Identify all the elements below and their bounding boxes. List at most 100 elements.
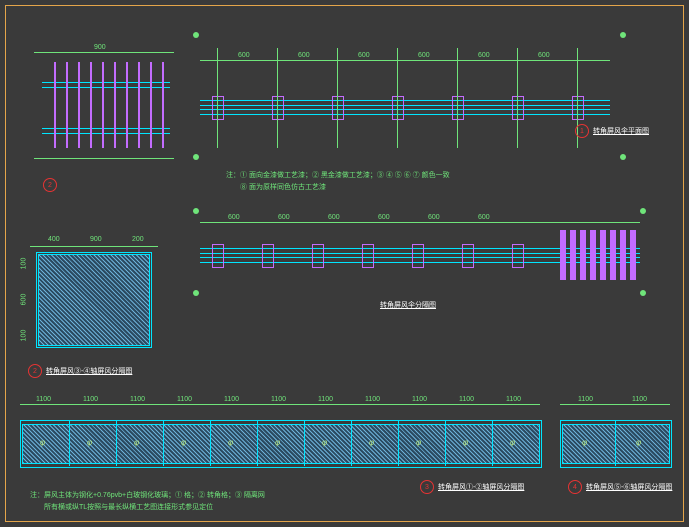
phi-icon: φ	[416, 438, 421, 447]
dim-line	[20, 404, 540, 405]
dim: 100	[20, 258, 27, 270]
post	[512, 96, 524, 120]
dim: 600	[238, 52, 250, 59]
centerline	[277, 48, 278, 148]
phi-icon: φ	[510, 438, 515, 447]
dim: 1100	[36, 396, 51, 403]
view-title: 转角屏风伞分隔图	[380, 300, 436, 310]
dim: 1100	[412, 396, 427, 403]
post	[462, 244, 474, 268]
phi-icon: φ	[636, 438, 641, 447]
dim-line	[34, 52, 174, 53]
dim: 100	[20, 330, 27, 342]
end-icon	[193, 290, 199, 296]
centerline	[457, 48, 458, 148]
bubble-icon: 3	[420, 480, 434, 494]
centerline	[217, 48, 218, 148]
dim: 600	[418, 52, 430, 59]
dim: 1100	[459, 396, 474, 403]
slat	[610, 230, 616, 280]
post	[332, 96, 344, 120]
end-icon	[193, 208, 199, 214]
dim: 1100	[177, 396, 192, 403]
phi-icon: φ	[322, 438, 327, 447]
slat	[570, 230, 576, 280]
dim: 900	[90, 236, 102, 243]
slat	[630, 230, 636, 280]
end-icon	[640, 208, 646, 214]
dim: 1100	[632, 396, 647, 403]
slat	[66, 62, 68, 148]
slat	[600, 230, 606, 280]
phi-icon: φ	[181, 438, 186, 447]
dim: 600	[278, 214, 290, 221]
dim: 1100	[224, 396, 239, 403]
dim-line	[200, 60, 610, 61]
slat	[150, 62, 152, 148]
dim-line	[560, 404, 670, 405]
phi-icon: φ	[228, 438, 233, 447]
end-icon	[193, 154, 199, 160]
dim-line	[200, 222, 640, 223]
dim: 600	[358, 52, 370, 59]
view-callout-4: 4 转角屏风⑤-⑥轴屏风分隔图	[568, 480, 672, 494]
dim-line	[34, 158, 174, 159]
slat	[126, 62, 128, 148]
view-callout-3: 3 转角屏风①-②轴屏风分隔图	[420, 480, 524, 494]
dim: 600	[428, 214, 440, 221]
dim: 1100	[271, 396, 286, 403]
cad-canvas[interactable]: /*slats*/ 900 600 600 600 600 600 600 1 …	[0, 0, 689, 527]
phi-icon: φ	[463, 438, 468, 447]
centerline	[397, 48, 398, 148]
slat	[90, 62, 92, 148]
bubble-icon: 2	[28, 364, 42, 378]
view-title: 转角屏风③-④轴屏风分隔图	[46, 366, 132, 376]
note-line: 所有横或纵TL按照与最长纵横工艺图连接形式参见定位	[44, 502, 213, 512]
slat	[620, 230, 626, 280]
bubble-icon: 1	[575, 124, 589, 138]
dim: 1100	[130, 396, 145, 403]
phi-icon: φ	[87, 438, 92, 447]
dim: 1100	[318, 396, 333, 403]
post	[512, 244, 524, 268]
end-icon	[620, 154, 626, 160]
dim: 1100	[365, 396, 380, 403]
dim: 1100	[578, 396, 593, 403]
phi-icon: φ	[134, 438, 139, 447]
glass-run-r	[562, 424, 670, 464]
post	[412, 244, 424, 268]
view-title: 转角屏风⑤-⑥轴屏风分隔图	[586, 482, 672, 492]
slat	[114, 62, 116, 148]
post	[452, 96, 464, 120]
bubble-icon: 4	[568, 480, 582, 494]
post	[392, 96, 404, 120]
centerline	[337, 48, 338, 148]
phi-icon: φ	[275, 438, 280, 447]
post	[572, 96, 584, 120]
view-title: 转角屏风伞平面图	[593, 126, 649, 136]
dim: 600	[328, 214, 340, 221]
post	[272, 96, 284, 120]
note-line: 注：屏风主体为钢化+0.76pvb+白玻钢化玻璃；① 格；② 转角格；③ 隔离网	[30, 490, 265, 500]
slat	[78, 62, 80, 148]
post	[212, 244, 224, 268]
phi-icon: φ	[582, 438, 587, 447]
phi-icon: φ	[369, 438, 374, 447]
view-callout-2: 2 转角屏风③-④轴屏风分隔图	[28, 364, 132, 378]
slat	[162, 62, 164, 148]
slat	[590, 230, 596, 280]
dim: 600	[228, 214, 240, 221]
dim: 600	[378, 214, 390, 221]
post	[362, 244, 374, 268]
rail	[200, 109, 610, 115]
slat	[580, 230, 586, 280]
view-callout-1: 1 转角屏风伞平面图	[575, 124, 649, 138]
view-title: 转角屏风①-②轴屏风分隔图	[438, 482, 524, 492]
dim: 1100	[506, 396, 521, 403]
dim: 600	[298, 52, 310, 59]
note-line: ⑧ 面为原样同色仿古工艺漆	[240, 182, 326, 192]
end-icon	[193, 32, 199, 38]
rail	[200, 100, 610, 106]
slat	[54, 62, 56, 148]
slat	[560, 230, 566, 280]
